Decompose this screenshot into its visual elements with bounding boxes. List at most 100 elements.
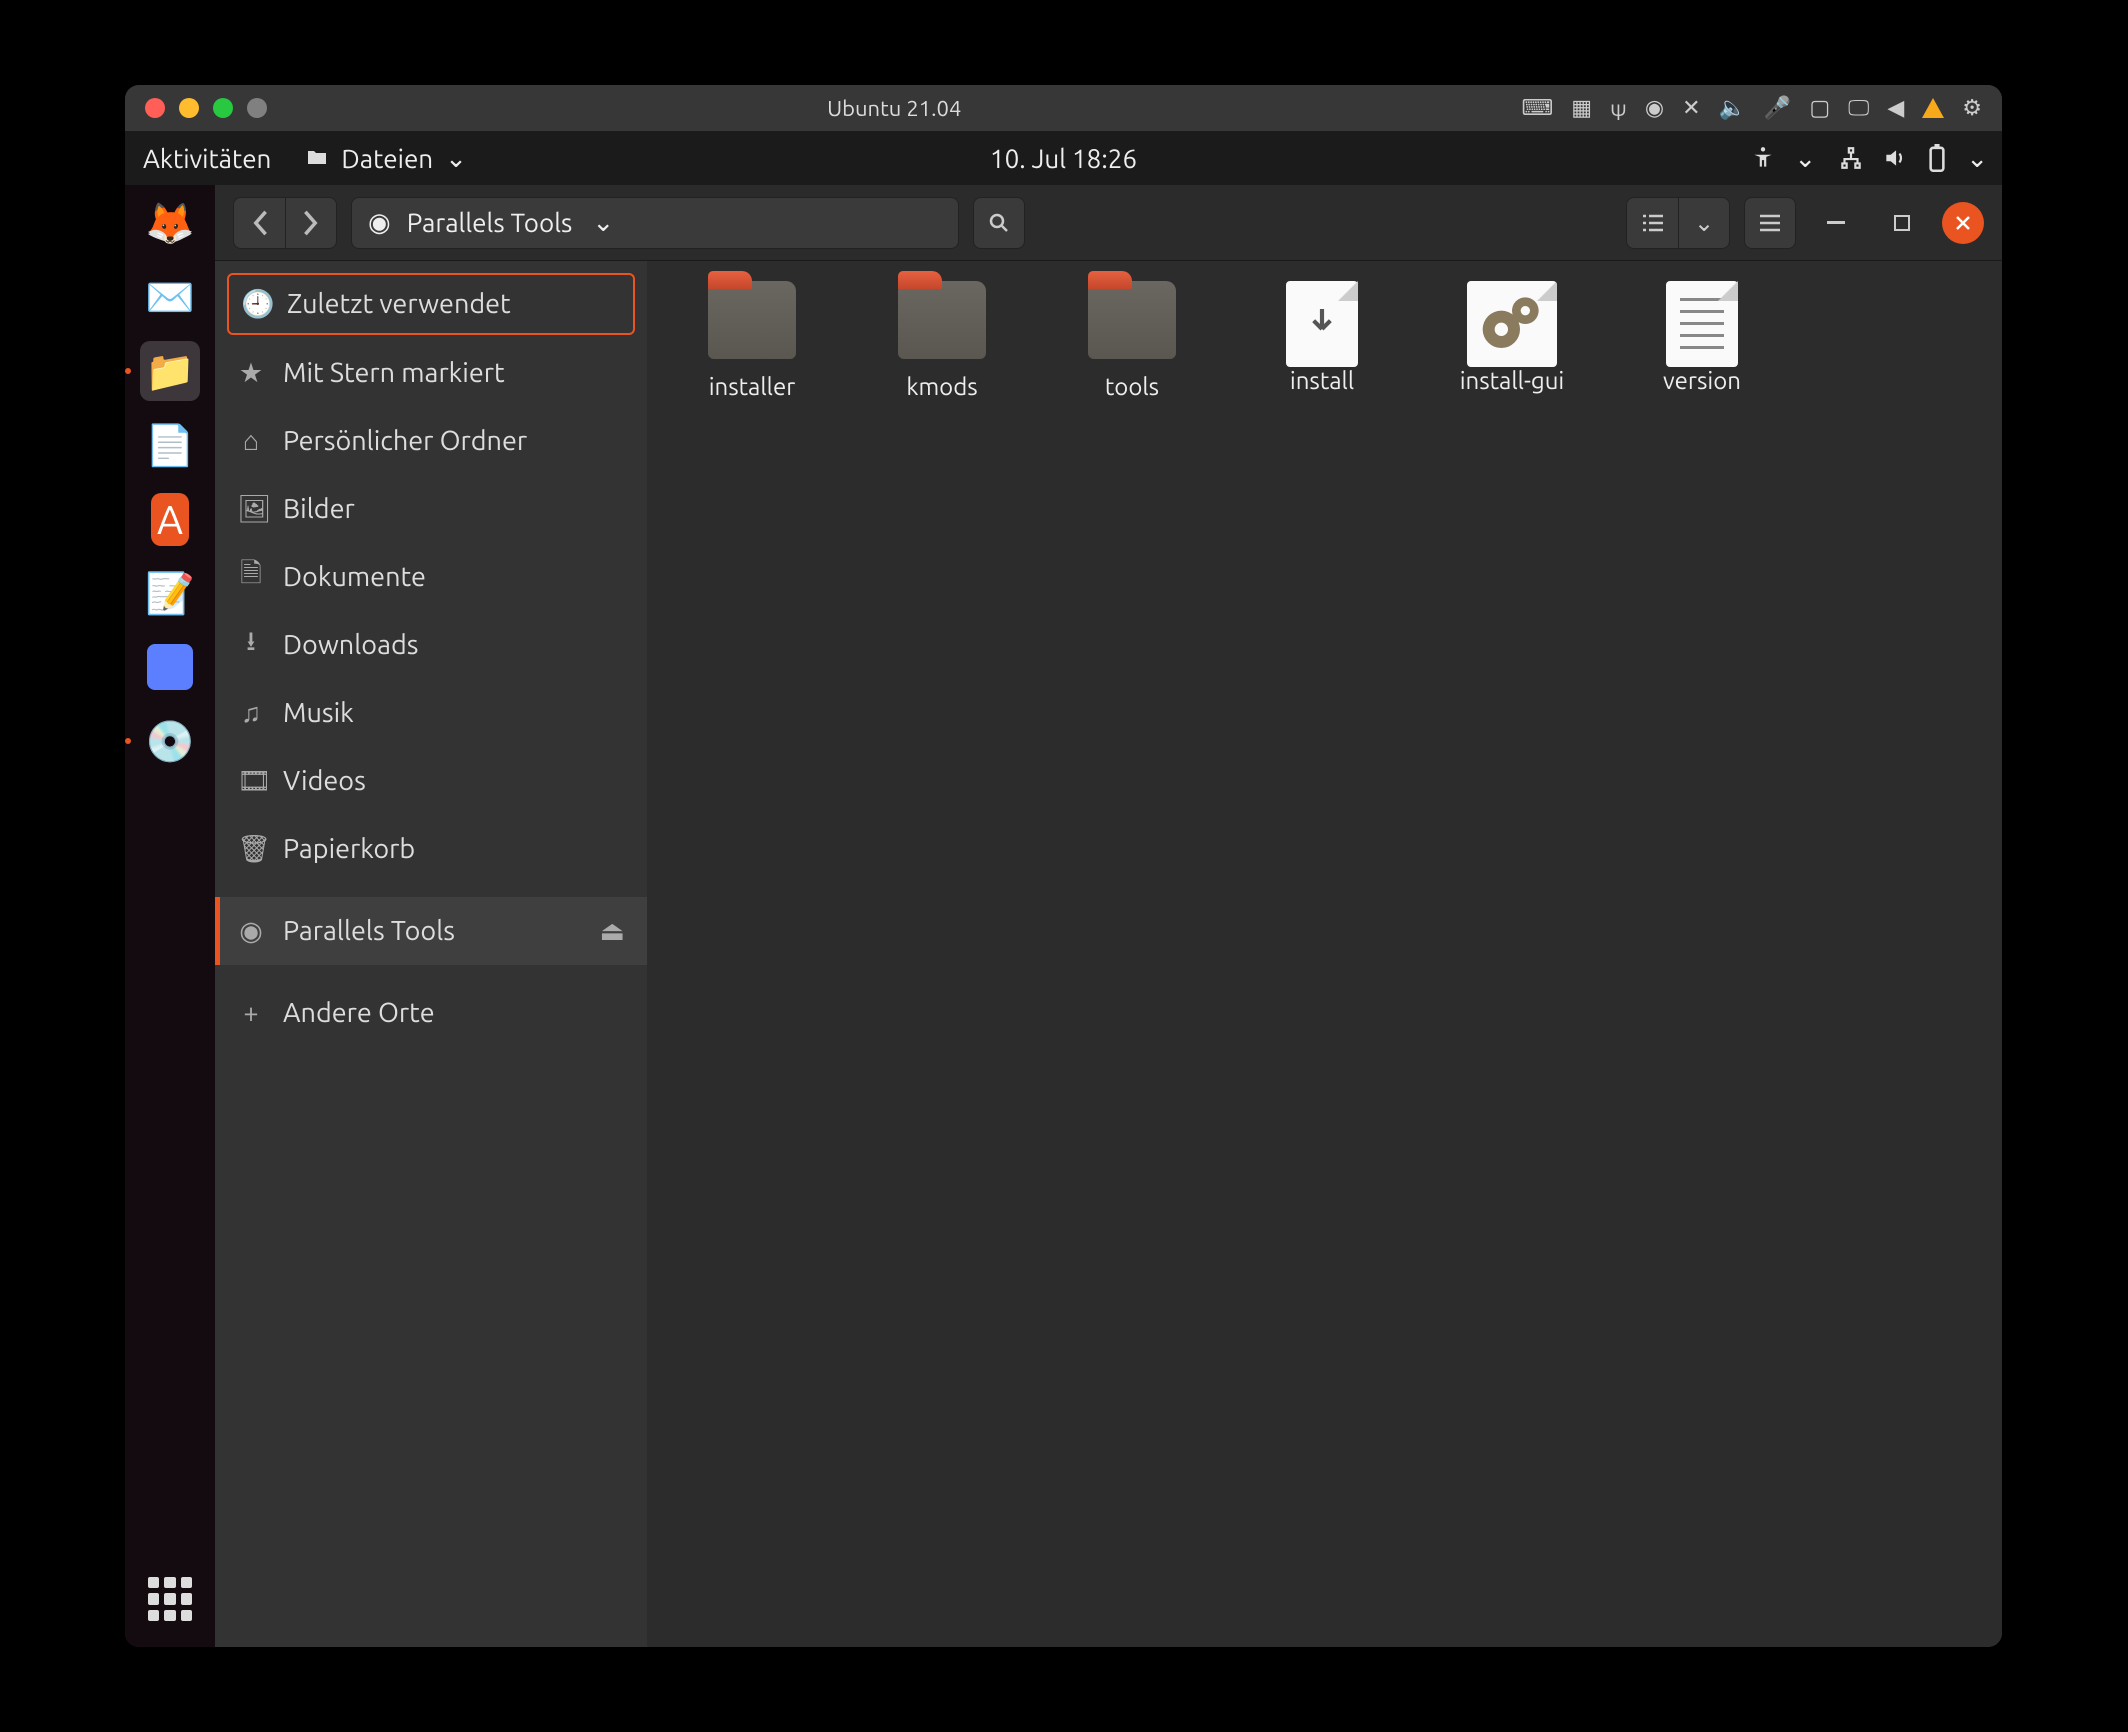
sidebar-item-starred[interactable]: ★ Mit Stern markiert bbox=[215, 339, 647, 407]
files-icon: 📁 bbox=[145, 348, 195, 395]
download-icon: ⭳ bbox=[237, 622, 265, 668]
path-bar[interactable]: ◉ Parallels Tools ⌄ bbox=[351, 197, 959, 249]
file-item[interactable]: install bbox=[1227, 281, 1417, 400]
dock-app-libreoffice-writer[interactable]: 📄 bbox=[140, 415, 200, 475]
minimize-window-button[interactable] bbox=[179, 98, 199, 118]
dock-app-files[interactable]: 📁 bbox=[140, 341, 200, 401]
app-menu-label: Dateien bbox=[341, 144, 433, 173]
file-label: install-gui bbox=[1460, 367, 1565, 394]
sidebar-item-other-locations[interactable]: + Andere Orte bbox=[215, 979, 647, 1047]
file-item[interactable]: installer bbox=[657, 281, 847, 400]
hamburger-menu-button[interactable] bbox=[1744, 197, 1796, 249]
files-sidebar: 🕘 Zuletzt verwendet ★ Mit Stern markiert… bbox=[215, 261, 647, 1647]
file-item[interactable]: tools bbox=[1037, 281, 1227, 400]
sidebar-item-documents[interactable]: 🗎 Dokumente bbox=[215, 543, 647, 611]
sidebar-item-label: Bilder bbox=[283, 494, 355, 524]
gear-icon[interactable]: ⚙ bbox=[1962, 95, 1982, 121]
view-options-button[interactable]: ⌄ bbox=[1678, 197, 1730, 249]
files-iconview[interactable]: installer kmods tools install bbox=[647, 261, 2002, 1647]
chevron-right-icon bbox=[302, 209, 320, 237]
network-icon[interactable]: ✕ bbox=[1682, 95, 1700, 121]
app-grid-icon bbox=[148, 1577, 192, 1621]
window-traffic-lights bbox=[145, 98, 267, 118]
hamburger-icon bbox=[1758, 213, 1782, 233]
sidebar-item-music[interactable]: ♫ Musik bbox=[215, 679, 647, 747]
chevron-down-icon: ⌄ bbox=[1966, 143, 1988, 174]
vm-extra-control[interactable] bbox=[247, 98, 267, 118]
usb-icon[interactable]: ψ bbox=[1610, 96, 1627, 121]
file-label: version bbox=[1663, 367, 1741, 394]
sidebar-item-label: Zuletzt verwendet bbox=[287, 289, 511, 319]
files-headerbar: ◉ Parallels Tools ⌄ ⌄ bbox=[215, 185, 2002, 261]
sidebar-item-recent[interactable]: 🕘 Zuletzt verwendet bbox=[227, 273, 635, 335]
sidebar-item-label: Mit Stern markiert bbox=[283, 358, 505, 388]
file-label: installer bbox=[709, 373, 796, 400]
sidebar-item-trash[interactable]: 🗑 Papierkorb bbox=[215, 815, 647, 883]
cpu-icon[interactable]: ▦ bbox=[1571, 95, 1592, 121]
chevron-down-icon: ⌄ bbox=[1794, 143, 1816, 174]
activities-button[interactable]: Aktivitäten bbox=[143, 144, 271, 173]
path-label: Parallels Tools bbox=[407, 208, 573, 237]
accessibility-menu[interactable]: ⌄ bbox=[1750, 143, 1816, 174]
script-file-icon bbox=[1286, 281, 1358, 367]
eject-button[interactable]: ⏏ bbox=[599, 916, 625, 947]
sidebar-item-label: Downloads bbox=[283, 630, 418, 660]
forward-button[interactable] bbox=[285, 197, 337, 249]
show-applications-button[interactable] bbox=[148, 1577, 192, 1621]
dock-app-text-editor[interactable]: 📝 bbox=[140, 563, 200, 623]
dock-app-screenshot[interactable] bbox=[140, 637, 200, 697]
dock: 🦊 ✉️ 📁 📄 A 📝 💿 bbox=[125, 185, 215, 1647]
arrow-left-icon[interactable]: ◀ bbox=[1887, 95, 1904, 121]
disc-icon: ◉ bbox=[368, 207, 391, 238]
document-icon: 🗎 bbox=[237, 554, 265, 600]
firefox-icon: 🦊 bbox=[145, 200, 195, 247]
close-icon bbox=[1954, 214, 1972, 232]
list-icon bbox=[1641, 213, 1665, 233]
back-button[interactable] bbox=[233, 197, 285, 249]
vm-title: Ubuntu 21.04 bbox=[267, 96, 1521, 121]
dock-app-thunderbird[interactable]: ✉️ bbox=[140, 267, 200, 327]
fullscreen-window-button[interactable] bbox=[213, 98, 233, 118]
tablet-icon[interactable]: ▢ bbox=[1809, 95, 1830, 121]
dock-app-firefox[interactable]: 🦊 bbox=[140, 193, 200, 253]
dock-app-ubuntu-software[interactable]: A bbox=[140, 489, 200, 549]
file-item[interactable]: kmods bbox=[847, 281, 1037, 400]
file-item[interactable]: version bbox=[1607, 281, 1797, 400]
files-window: ◉ Parallels Tools ⌄ ⌄ bbox=[215, 185, 2002, 1647]
warning-icon[interactable] bbox=[1922, 98, 1944, 118]
sidebar-item-label: Dokumente bbox=[283, 562, 426, 592]
sidebar-item-downloads[interactable]: ⭳ Downloads bbox=[215, 611, 647, 679]
desktop-file-icon bbox=[1467, 281, 1557, 367]
sound-icon[interactable]: 🔈 bbox=[1719, 95, 1746, 121]
close-button[interactable] bbox=[1942, 202, 1984, 244]
list-view-button[interactable] bbox=[1626, 197, 1678, 249]
view-buttons: ⌄ bbox=[1626, 197, 1730, 249]
volume-icon bbox=[1882, 145, 1908, 171]
dock-app-cd-parallels-tools[interactable]: 💿 bbox=[140, 711, 200, 771]
maximize-button[interactable] bbox=[1876, 197, 1928, 249]
minimize-button[interactable] bbox=[1810, 197, 1862, 249]
folder-icon bbox=[898, 281, 986, 359]
sidebar-item-label: Persönlicher Ordner bbox=[283, 426, 527, 456]
sidebar-item-home[interactable]: ⌂ Persönlicher Ordner bbox=[215, 407, 647, 475]
disc-icon: ◉ bbox=[237, 916, 265, 947]
app-menu[interactable]: Dateien ⌄ bbox=[305, 143, 467, 174]
sidebar-item-pictures[interactable]: 🖼 Bilder bbox=[215, 475, 647, 543]
display-icon[interactable]: 🖵 bbox=[1848, 95, 1869, 121]
trash-icon: 🗑 bbox=[237, 833, 265, 865]
image-icon: 🖼 bbox=[237, 493, 265, 525]
disc-icon[interactable]: ◉ bbox=[1645, 95, 1664, 121]
minimize-icon bbox=[1827, 221, 1845, 224]
search-button[interactable] bbox=[973, 197, 1025, 249]
keyboard-icon[interactable]: ⌨ bbox=[1521, 95, 1553, 121]
chevron-down-icon: ⌄ bbox=[445, 143, 467, 174]
mic-icon[interactable]: 🎤 bbox=[1764, 95, 1791, 121]
chevron-down-icon: ⌄ bbox=[592, 207, 614, 238]
sidebar-item-videos[interactable]: 🎞 Videos bbox=[215, 747, 647, 815]
system-menu[interactable]: ⌄ bbox=[1838, 143, 1988, 174]
sidebar-item-parallels-tools[interactable]: ◉ Parallels Tools ⏏ bbox=[215, 897, 647, 965]
close-window-button[interactable] bbox=[145, 98, 165, 118]
clock[interactable]: 10. Jul 18:26 bbox=[990, 144, 1137, 173]
folder-icon bbox=[305, 146, 329, 170]
file-item[interactable]: install-gui bbox=[1417, 281, 1607, 400]
